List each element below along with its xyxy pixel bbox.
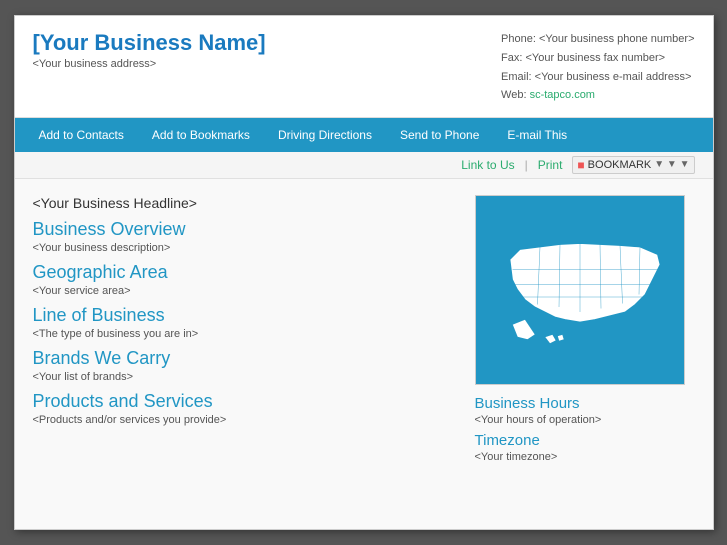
web-text: Web: <box>501 89 530 101</box>
usa-map-svg <box>480 202 680 377</box>
nav-add-to-bookmarks[interactable]: Add to Bookmarks <box>138 120 264 150</box>
section-desc-overview: <Your business description> <box>33 242 455 254</box>
left-column: <Your Business Headline> Business Overvi… <box>33 195 475 513</box>
bookmark-icon: ■ <box>577 158 584 172</box>
map-image <box>475 195 685 385</box>
phone-label: Phone: <Your business phone number> <box>501 30 694 49</box>
section-desc-geo: <Your service area> <box>33 285 455 297</box>
header: [Your Business Name] <Your business addr… <box>15 16 713 118</box>
toolbar: Link to Us | Print ■ BOOKMARK ▼ ▼ ▼ <box>15 152 713 179</box>
right-info: Business Hours <Your hours of operation>… <box>475 395 695 463</box>
link-to-us-button[interactable]: Link to Us <box>461 158 514 172</box>
toolbar-separator: | <box>525 158 528 172</box>
section-title-geo: Geographic Area <box>33 262 455 283</box>
business-hours-desc: <Your hours of operation> <box>475 414 695 426</box>
nav-email-this[interactable]: E-mail This <box>493 120 581 150</box>
web-url[interactable]: sc-tapco.com <box>530 89 595 101</box>
web-label: Web: sc-tapco.com <box>501 86 694 105</box>
timezone-desc: <Your timezone> <box>475 451 695 463</box>
bookmark-label: BOOKMARK <box>588 159 652 171</box>
navbar: Add to Contacts Add to Bookmarks Driving… <box>15 118 713 152</box>
page-wrapper: [Your Business Name] <Your business addr… <box>14 15 714 530</box>
header-right: Phone: <Your business phone number> Fax:… <box>501 30 694 105</box>
section-title-overview: Business Overview <box>33 219 455 240</box>
section-desc-brands: <Your list of brands> <box>33 371 455 383</box>
bookmark-icons-extra: ▼ ▼ ▼ <box>654 159 689 170</box>
business-name: [Your Business Name] <box>33 30 266 56</box>
fax-label: Fax: <Your business fax number> <box>501 49 694 68</box>
business-hours-title: Business Hours <box>475 395 695 412</box>
section-desc-products: <Products and/or services you provide> <box>33 414 455 426</box>
email-label: Email: <Your business e-mail address> <box>501 68 694 87</box>
section-title-lob: Line of Business <box>33 305 455 326</box>
main-content: <Your Business Headline> Business Overvi… <box>15 179 713 529</box>
business-address: <Your business address> <box>33 58 266 70</box>
nav-driving-directions[interactable]: Driving Directions <box>264 120 386 150</box>
header-left: [Your Business Name] <Your business addr… <box>33 30 266 105</box>
bookmark-button[interactable]: ■ BOOKMARK ▼ ▼ ▼ <box>572 156 694 174</box>
section-title-products: Products and Services <box>33 391 455 412</box>
print-button[interactable]: Print <box>538 158 563 172</box>
section-title-brands: Brands We Carry <box>33 348 455 369</box>
nav-send-to-phone[interactable]: Send to Phone <box>386 120 493 150</box>
right-column: Business Hours <Your hours of operation>… <box>475 195 695 513</box>
timezone-title: Timezone <box>475 432 695 449</box>
nav-add-to-contacts[interactable]: Add to Contacts <box>25 120 138 150</box>
business-headline: <Your Business Headline> <box>33 195 455 211</box>
section-desc-lob: <The type of business you are in> <box>33 328 455 340</box>
